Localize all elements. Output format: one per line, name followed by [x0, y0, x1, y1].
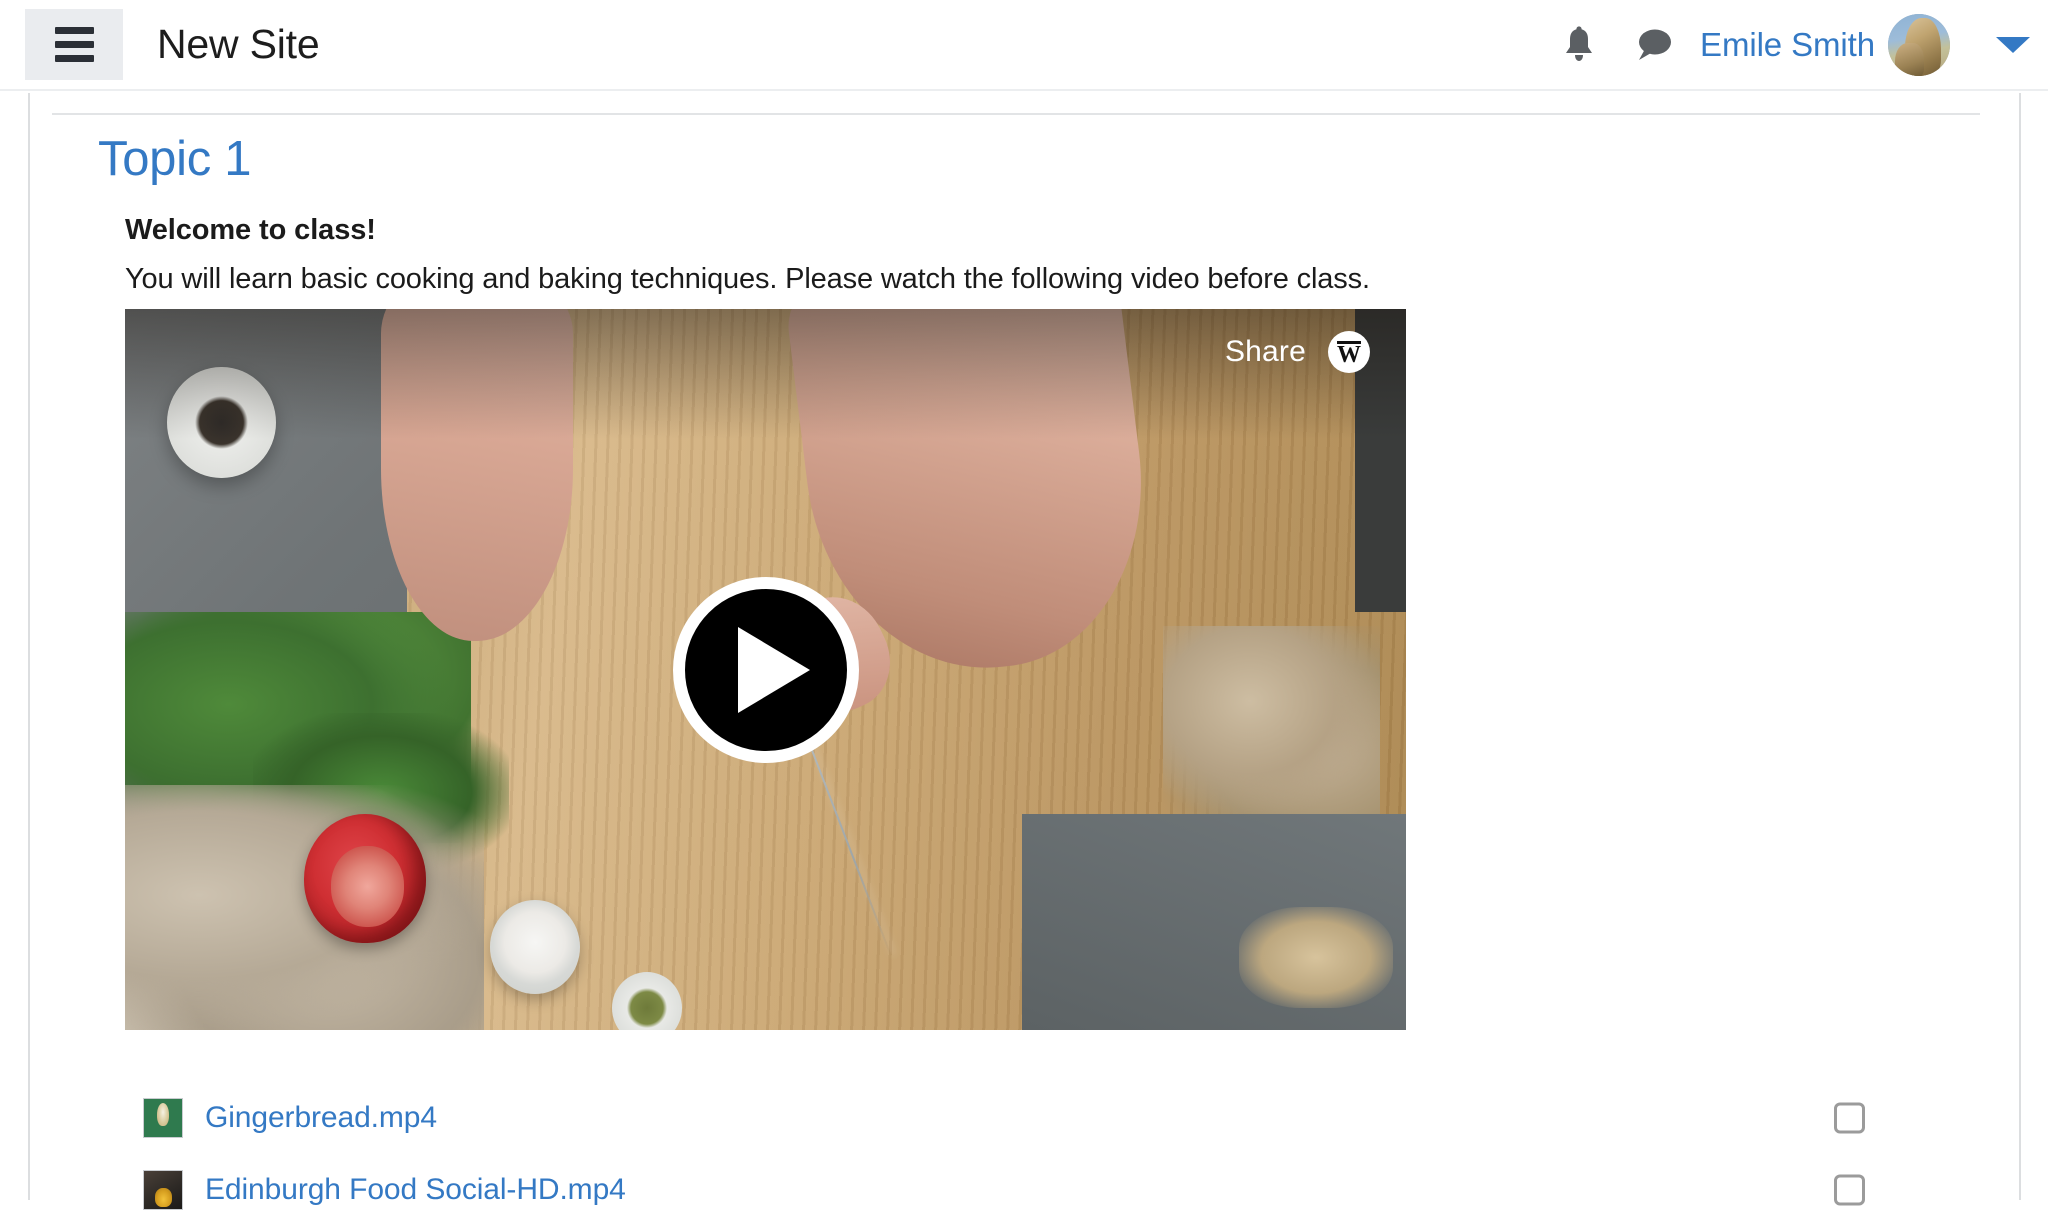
video-scene-tomato-flesh: [331, 846, 405, 927]
video-scene-ginger: [1162, 626, 1381, 814]
play-icon: [737, 626, 810, 713]
wistia-w-logo[interactable]: W: [1328, 331, 1370, 373]
video-scene-salt-bowl: [490, 900, 580, 994]
site-title: New Site: [157, 21, 320, 67]
content-divider: [52, 113, 1980, 115]
caret-down-icon[interactable]: [1996, 36, 2030, 53]
user-name[interactable]: Emile Smith: [1700, 26, 1875, 64]
attachment-list: Gingerbread.mp4 Edinburgh Food Social-HD…: [125, 1082, 1978, 1226]
chat-bubble-icon[interactable]: [1634, 27, 1674, 63]
course-content: Topic 1 Welcome to class! You will learn…: [98, 135, 1978, 1226]
list-item[interactable]: Edinburgh Food Social-HD.mp4: [125, 1154, 1978, 1226]
avatar[interactable]: [1888, 13, 1950, 76]
completion-checkbox[interactable]: [1834, 1174, 1865, 1206]
page-title[interactable]: Topic 1: [98, 135, 1978, 184]
play-button[interactable]: [672, 576, 859, 763]
file-link[interactable]: Gingerbread.mp4: [205, 1101, 437, 1135]
video-scene-tomato: [304, 813, 427, 944]
hamburger-menu-button[interactable]: [25, 9, 123, 80]
hamburger-icon-bar: [54, 27, 94, 34]
video-thumbnail-icon: [143, 1098, 183, 1138]
share-label: Share: [1224, 335, 1306, 368]
completion-checkbox[interactable]: [1834, 1102, 1865, 1134]
video-thumbnail-icon: [143, 1170, 183, 1210]
topic-body: Welcome to class! You will learn basic c…: [125, 214, 1978, 1226]
wistia-logo-letter: W: [1337, 342, 1361, 369]
intro-paragraph: You will learn basic cooking and baking …: [125, 263, 1370, 295]
video-player[interactable]: Share W: [125, 309, 1406, 1030]
welcome-heading: Welcome to class!: [125, 214, 376, 246]
share-button[interactable]: Share W: [1225, 331, 1370, 373]
page-frame: Topic 1 Welcome to class! You will learn…: [28, 93, 2021, 1210]
bell-icon[interactable]: [1562, 25, 1596, 64]
hamburger-icon-bar: [54, 55, 94, 62]
video-scene-top-shadow: [125, 309, 1406, 439]
hamburger-icon-bar: [54, 41, 94, 48]
header-right-cluster: Emile Smith: [1562, 13, 2048, 76]
video-scene-ginger-secondary: [1239, 907, 1394, 1009]
file-link[interactable]: Edinburgh Food Social-HD.mp4: [205, 1173, 626, 1207]
video-scene-mushrooms: [125, 784, 484, 1030]
list-item[interactable]: Gingerbread.mp4: [125, 1082, 1978, 1154]
top-header: New Site Emile Smith: [0, 0, 2048, 91]
avatar-subject-secondary: [1895, 43, 1924, 76]
